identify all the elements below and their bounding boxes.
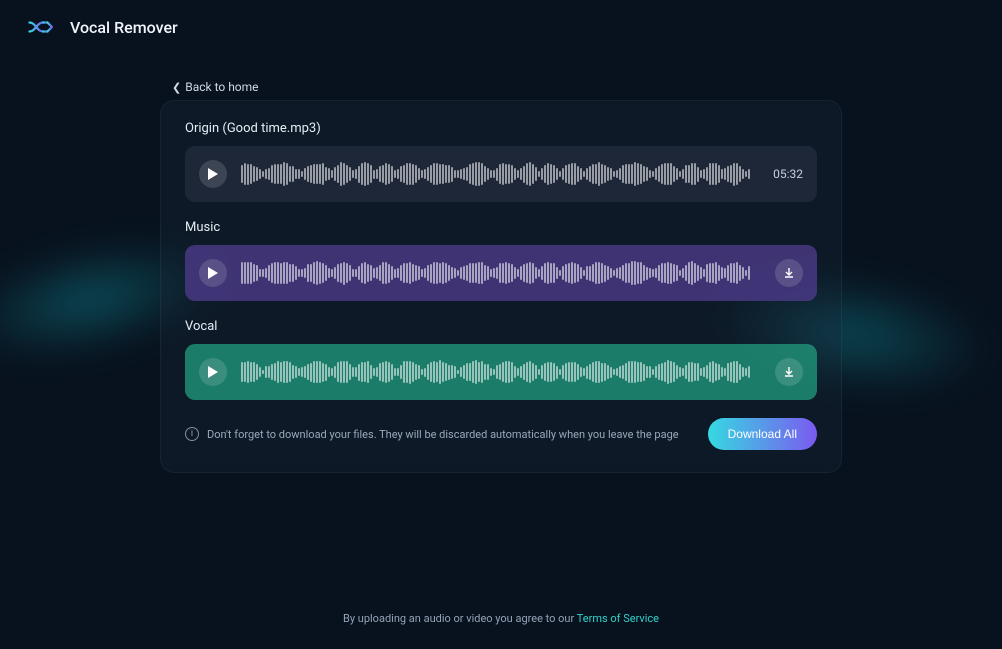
footer-prefix: By uploading an audio or video you agree… <box>343 612 577 625</box>
play-button[interactable] <box>199 259 227 287</box>
back-to-home-link[interactable]: ❮ Back to home <box>172 80 259 94</box>
notice-text: Don't forget to download your files. The… <box>207 428 679 441</box>
duration-label: 05:32 <box>769 167 803 181</box>
result-panel: Origin (Good time.mp3) 05:32 Music Vocal <box>160 100 842 473</box>
track-music-label: Music <box>185 220 817 235</box>
app-title: Vocal Remover <box>70 18 178 37</box>
logo-icon <box>28 16 58 38</box>
player-vocal <box>185 344 817 400</box>
track-origin: Origin (Good time.mp3) 05:32 <box>185 121 817 202</box>
app-header: Vocal Remover <box>0 0 1002 54</box>
download-vocal-button[interactable] <box>775 358 803 386</box>
player-music <box>185 245 817 301</box>
waveform-music[interactable] <box>241 258 761 288</box>
play-button[interactable] <box>199 358 227 386</box>
track-music: Music <box>185 220 817 301</box>
download-icon <box>782 365 796 379</box>
back-link-label: Back to home <box>185 80 258 94</box>
info-icon: i <box>185 427 199 441</box>
download-all-button[interactable]: Download All <box>708 418 817 450</box>
download-music-button[interactable] <box>775 259 803 287</box>
play-icon <box>208 366 218 378</box>
discard-notice: i Don't forget to download your files. T… <box>185 427 679 441</box>
play-button[interactable] <box>199 160 227 188</box>
download-icon <box>782 266 796 280</box>
panel-footer: i Don't forget to download your files. T… <box>185 418 817 450</box>
player-origin: 05:32 <box>185 146 817 202</box>
track-vocal: Vocal <box>185 319 817 400</box>
waveform-vocal[interactable] <box>241 357 761 387</box>
play-icon <box>208 267 218 279</box>
chevron-left-icon: ❮ <box>172 81 181 94</box>
play-icon <box>208 168 218 180</box>
terms-of-service-link[interactable]: Terms of Service <box>577 612 659 625</box>
track-origin-label: Origin (Good time.mp3) <box>185 121 817 136</box>
waveform-origin[interactable] <box>241 159 755 189</box>
page-footer: By uploading an audio or video you agree… <box>0 612 1002 625</box>
track-vocal-label: Vocal <box>185 319 817 334</box>
